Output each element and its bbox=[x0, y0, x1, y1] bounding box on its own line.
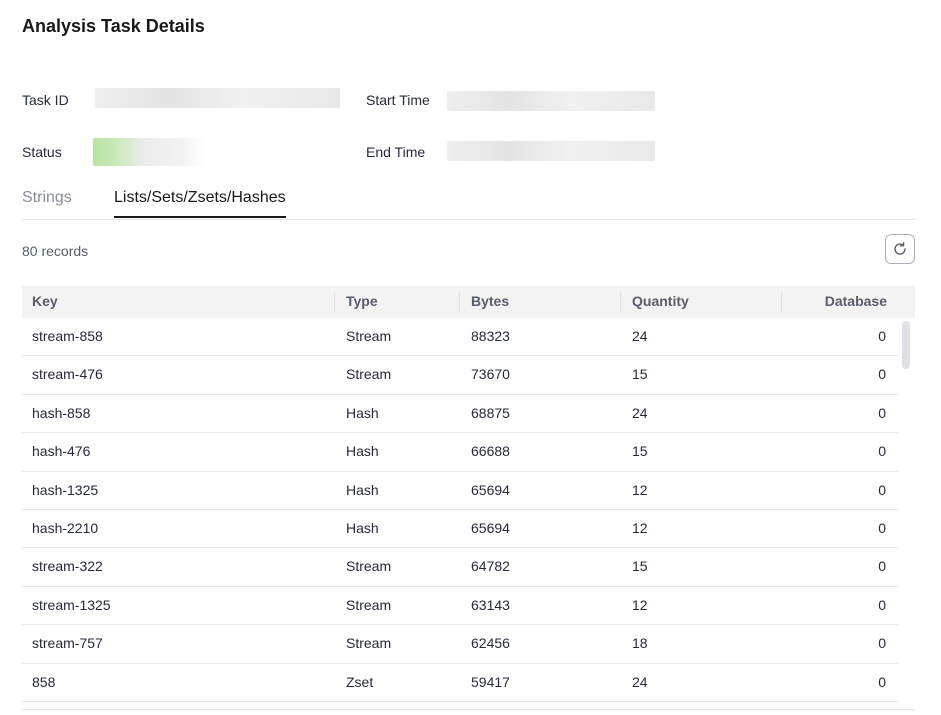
table-row[interactable]: stream-757 Stream 62456 18 0 bbox=[22, 625, 898, 664]
cell-type: Hash bbox=[346, 519, 379, 536]
table-body: stream-858 Stream 88323 24 0 stream-476 … bbox=[22, 318, 898, 702]
cell-bytes: 88323 bbox=[471, 328, 510, 344]
task-id-value-redacted bbox=[95, 88, 340, 108]
refresh-button[interactable] bbox=[885, 234, 915, 264]
cell-database: 0 bbox=[878, 596, 886, 613]
cell-quantity: 15 bbox=[632, 443, 648, 460]
cell-bytes: 59417 bbox=[471, 673, 510, 690]
analysis-task-details-page: Analysis Task Details Task ID Start Time… bbox=[0, 0, 941, 715]
cell-type: Stream bbox=[346, 328, 392, 344]
cell-quantity: 12 bbox=[632, 481, 648, 498]
table-row[interactable]: hash-2210 Hash 65694 12 0 bbox=[22, 510, 898, 549]
cell-type: Stream bbox=[346, 366, 392, 383]
tab-bar: Strings Lists/Sets/Zsets/Hashes bbox=[22, 184, 916, 220]
column-header-bytes[interactable]: Bytes bbox=[471, 286, 509, 318]
cell-key: stream-858 bbox=[32, 328, 103, 344]
column-divider bbox=[620, 292, 621, 312]
refresh-icon bbox=[894, 242, 906, 255]
column-header-key[interactable]: Key bbox=[32, 286, 58, 318]
cell-type: Hash bbox=[346, 443, 379, 460]
cell-quantity: 15 bbox=[632, 366, 648, 383]
cell-database: 0 bbox=[878, 673, 886, 690]
column-header-quantity[interactable]: Quantity bbox=[632, 286, 689, 318]
cell-database: 0 bbox=[878, 558, 886, 575]
cell-database: 0 bbox=[878, 404, 886, 421]
table-row[interactable]: 858 Zset 59417 24 0 bbox=[22, 664, 898, 702]
table-row[interactable]: hash-476 Hash 66688 15 0 bbox=[22, 433, 898, 472]
cell-database: 0 bbox=[878, 328, 886, 344]
cell-quantity: 12 bbox=[632, 519, 648, 536]
cell-type: Stream bbox=[346, 635, 392, 652]
cell-key: hash-476 bbox=[32, 443, 91, 460]
cell-quantity: 24 bbox=[632, 673, 648, 690]
cell-type: Zset bbox=[346, 673, 374, 690]
cell-key: stream-1325 bbox=[32, 596, 111, 613]
end-time-label: End Time bbox=[366, 144, 426, 160]
status-label: Status bbox=[22, 144, 62, 160]
table-bottom-divider bbox=[22, 709, 915, 710]
cell-type: Stream bbox=[346, 558, 392, 575]
end-time-value-redacted bbox=[447, 141, 655, 161]
table-scrollbar[interactable] bbox=[902, 321, 910, 369]
table-row[interactable]: stream-476 Stream 73670 15 0 bbox=[22, 356, 898, 395]
cell-key: stream-322 bbox=[32, 558, 103, 575]
records-count: 80 records bbox=[22, 243, 89, 259]
table-row[interactable]: stream-858 Stream 88323 24 0 bbox=[22, 318, 898, 357]
task-id-label: Task ID bbox=[22, 92, 69, 108]
column-divider bbox=[334, 292, 335, 312]
keys-table: Key Type Bytes Quantity Database stream-… bbox=[22, 286, 915, 710]
cell-bytes: 66688 bbox=[471, 443, 510, 460]
cell-type: Stream bbox=[346, 596, 392, 613]
table-header: Key Type Bytes Quantity Database bbox=[22, 286, 915, 318]
cell-bytes: 65694 bbox=[471, 519, 510, 536]
cell-key: 858 bbox=[32, 673, 56, 690]
cell-bytes: 62456 bbox=[471, 635, 510, 652]
cell-database: 0 bbox=[878, 635, 886, 652]
cell-key: stream-476 bbox=[32, 366, 103, 383]
cell-bytes: 68875 bbox=[471, 404, 510, 421]
cell-bytes: 73670 bbox=[471, 366, 510, 383]
cell-bytes: 63143 bbox=[471, 596, 510, 613]
table-row[interactable]: stream-1325 Stream 63143 12 0 bbox=[22, 587, 898, 626]
cell-key: hash-858 bbox=[32, 404, 91, 421]
tab-lists-sets-zsets-hashes[interactable]: Lists/Sets/Zsets/Hashes bbox=[114, 189, 286, 218]
table-row[interactable]: hash-1325 Hash 65694 12 0 bbox=[22, 472, 898, 510]
cell-type: Hash bbox=[346, 404, 379, 421]
column-header-type[interactable]: Type bbox=[346, 286, 378, 318]
column-header-database[interactable]: Database bbox=[825, 286, 887, 318]
column-divider bbox=[781, 292, 782, 312]
cell-database: 0 bbox=[878, 519, 886, 536]
cell-quantity: 15 bbox=[632, 558, 648, 575]
start-time-value-redacted bbox=[447, 91, 655, 111]
cell-quantity: 12 bbox=[632, 596, 648, 613]
table-row[interactable]: hash-858 Hash 68875 24 0 bbox=[22, 395, 898, 434]
cell-quantity: 24 bbox=[632, 328, 648, 344]
start-time-label: Start Time bbox=[366, 92, 430, 108]
cell-key: hash-1325 bbox=[32, 481, 99, 498]
tab-strings[interactable]: Strings bbox=[22, 189, 72, 207]
cell-bytes: 65694 bbox=[471, 481, 510, 498]
cell-bytes: 64782 bbox=[471, 558, 510, 575]
status-badge-redacted bbox=[93, 138, 205, 166]
cell-database: 0 bbox=[878, 366, 886, 383]
cell-quantity: 24 bbox=[632, 404, 648, 421]
cell-database: 0 bbox=[878, 481, 886, 498]
cell-type: Hash bbox=[346, 481, 379, 498]
cell-database: 0 bbox=[878, 443, 886, 460]
cell-quantity: 18 bbox=[632, 635, 648, 652]
page-title: Analysis Task Details bbox=[22, 16, 205, 36]
cell-key: stream-757 bbox=[32, 635, 103, 652]
table-row[interactable]: stream-322 Stream 64782 15 0 bbox=[22, 548, 898, 587]
cell-key: hash-2210 bbox=[32, 519, 99, 536]
column-divider bbox=[459, 292, 460, 312]
